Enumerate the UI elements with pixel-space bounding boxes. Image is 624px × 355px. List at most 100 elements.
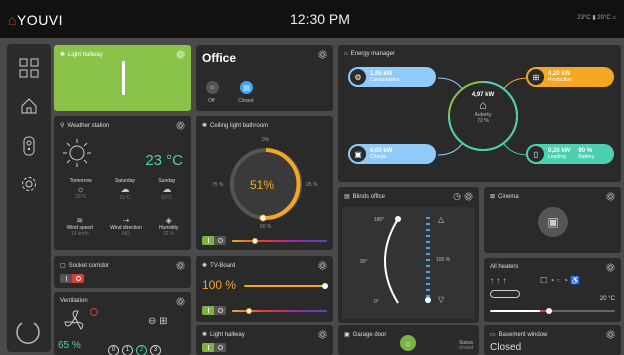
switch-indicator[interactable] (122, 61, 125, 95)
tile-energy-manager[interactable]: ⌂ Energy manager 4,97 kW ⌂ Autarky 72 % ⚙… (338, 45, 621, 182)
tile-cinema[interactable]: ⊠ Cinema ▣ (484, 187, 621, 253)
gear-icon[interactable] (318, 261, 327, 270)
toggle-off[interactable] (214, 306, 226, 315)
dimmer-value: 51% (250, 178, 275, 192)
toggle-off[interactable] (214, 343, 226, 352)
blinds-up-button[interactable]: △ (438, 215, 444, 224)
toggle-on[interactable] (60, 274, 72, 283)
light-toggle[interactable] (202, 236, 226, 245)
tile-weather-station[interactable]: ⚲ Weather station 23 °C Tomorrow ☼ 25°C Sat… (54, 116, 191, 250)
tile-blinds-office[interactable]: ▤ Blinds office ◷ 180° 90° 0° 100 % △ ▽ (338, 187, 479, 323)
toggle-on[interactable] (202, 343, 214, 352)
gear-icon[interactable] (606, 330, 615, 339)
settings-icon[interactable] (17, 172, 41, 196)
light-toggle[interactable] (202, 343, 226, 352)
charge-pill[interactable]: ▣ 0,00 kW Charge (348, 144, 436, 164)
slider-knob[interactable] (546, 308, 552, 314)
scene-closed-button[interactable]: ▤ (240, 81, 253, 94)
level-button[interactable]: 1 (122, 344, 133, 355)
charge-label: Charge (370, 153, 387, 160)
sun-icon: ☼ (76, 184, 85, 194)
slider-knob[interactable] (322, 283, 328, 289)
status-temps: 23°C ▮ 20°C ⌂ (577, 14, 616, 21)
tilt-top-label: 180° (374, 217, 385, 223)
gear-icon[interactable] (176, 261, 185, 270)
toggle-on[interactable] (202, 236, 214, 245)
heater-modes-icon[interactable]: ☐ ◔ ≈ ◔ ♿ (540, 276, 580, 285)
sun-icon (63, 139, 91, 167)
position-knob[interactable] (425, 297, 431, 303)
weather-station-icon: ⚲ (60, 123, 65, 129)
office-title: Office (202, 51, 237, 65)
color-slider[interactable] (232, 238, 327, 244)
toggle-on[interactable] (202, 306, 214, 315)
tile-socket-corridor[interactable]: ▢ Socket corridor (54, 256, 191, 288)
inside-temp: 20°C (597, 15, 611, 21)
power-icon[interactable] (13, 316, 43, 346)
tile-tv-board[interactable]: ✺ TV-Board 100 % (196, 256, 333, 322)
blinds-down-button[interactable]: ▽ (438, 295, 444, 304)
metric: ⇢ Wind direction NO (110, 216, 142, 237)
tile-title: ▤ Blinds office (344, 193, 385, 201)
tile-ventilation[interactable]: Ventilation ⊖ ⊞ 65 % 0123 (54, 292, 191, 355)
thermometer-icon: ▮ (592, 15, 596, 21)
tilt-arc[interactable] (378, 215, 408, 307)
remote-icon[interactable] (17, 134, 41, 158)
sidebar (7, 44, 51, 352)
tile-ceiling-light[interactable]: ✺ Ceiling light bathroom 0% 75 % 25 % 50 … (196, 116, 333, 250)
arrows-up-icon: ↑ ↑ ↑ (490, 276, 507, 285)
tv-board-toggle[interactable] (202, 306, 226, 315)
gear-icon[interactable] (176, 121, 185, 130)
temp-slider[interactable] (490, 308, 615, 314)
production-label: Production (548, 76, 572, 83)
dashboard-icon[interactable] (17, 56, 41, 80)
tile-all-heaters[interactable]: All heaters ↑ ↑ ↑ ☐ ◔ ≈ ◔ ♿ 20 °C (484, 258, 621, 322)
tile-title: All heaters (490, 264, 519, 270)
toggle-off[interactable] (214, 236, 226, 245)
level-button-active[interactable]: 2 (136, 344, 147, 355)
position-scale[interactable] (426, 217, 430, 303)
heater-toggle[interactable] (490, 290, 520, 298)
production-pill[interactable]: ⊞ 4,20 kW Production (526, 67, 614, 87)
level-button[interactable]: 0 (108, 344, 119, 355)
tile-office[interactable]: Office ☼ Off ▤ Closed (196, 45, 333, 111)
scene-play-button[interactable]: ▣ (538, 207, 568, 237)
tile-basement-window[interactable]: ▭ Basement window Closed (484, 325, 621, 355)
garage-button[interactable]: ⌂ (400, 335, 416, 351)
gear-icon[interactable] (464, 192, 473, 201)
battery-pct-label: Battery (578, 153, 595, 160)
battery-icon: ▯ (528, 146, 544, 162)
gear-icon[interactable] (176, 50, 185, 59)
tile-title: ▢ Socket corridor (60, 262, 110, 270)
tv-board-value: 100 % (202, 278, 237, 292)
brand-logo[interactable]: ⌂YOUVI (8, 12, 63, 28)
clock: 12:30 PM (290, 11, 350, 27)
home-icon: ⌂ (612, 15, 616, 21)
socket-toggle[interactable] (60, 274, 84, 283)
bulb-icon: ✺ (202, 332, 208, 338)
tilt-mid-label: 90° (360, 259, 368, 265)
toggle-off[interactable] (72, 274, 84, 283)
level-button[interactable]: 3 (150, 344, 161, 355)
consumption-pill[interactable]: ⚙ 1,95 kW Consumption (348, 67, 436, 87)
dial-tick-right: 25 % (306, 182, 318, 188)
gear-icon[interactable] (318, 330, 327, 339)
slider-knob[interactable] (246, 308, 252, 314)
socket-icon: ▢ (60, 263, 66, 269)
slider-knob[interactable] (252, 238, 258, 244)
brightness-slider[interactable] (244, 283, 328, 289)
gear-icon[interactable] (606, 263, 615, 272)
color-slider[interactable] (232, 308, 327, 314)
tile-garage-door[interactable]: ▣ Garage door ⌂ Status closed (338, 325, 479, 355)
tile-light-hallway-2[interactable]: ✺ Light hallway (196, 325, 333, 355)
battery-pill[interactable]: ▯ 0,20 kW Loading 90 % Battery (526, 144, 614, 164)
mode-icons[interactable]: ⊖ ⊞ (148, 316, 168, 327)
tile-light-hallway[interactable]: ✺ Light hallway (54, 45, 191, 111)
home-nav-icon[interactable] (17, 94, 41, 118)
gear-icon[interactable] (318, 50, 327, 59)
scene-off-button[interactable]: ☼ (206, 81, 219, 94)
gear-icon[interactable] (176, 297, 185, 306)
gear-icon[interactable] (606, 192, 615, 201)
clock-icon[interactable]: ◷ (453, 191, 461, 202)
tile-title: ▭ Basement window (490, 331, 548, 339)
